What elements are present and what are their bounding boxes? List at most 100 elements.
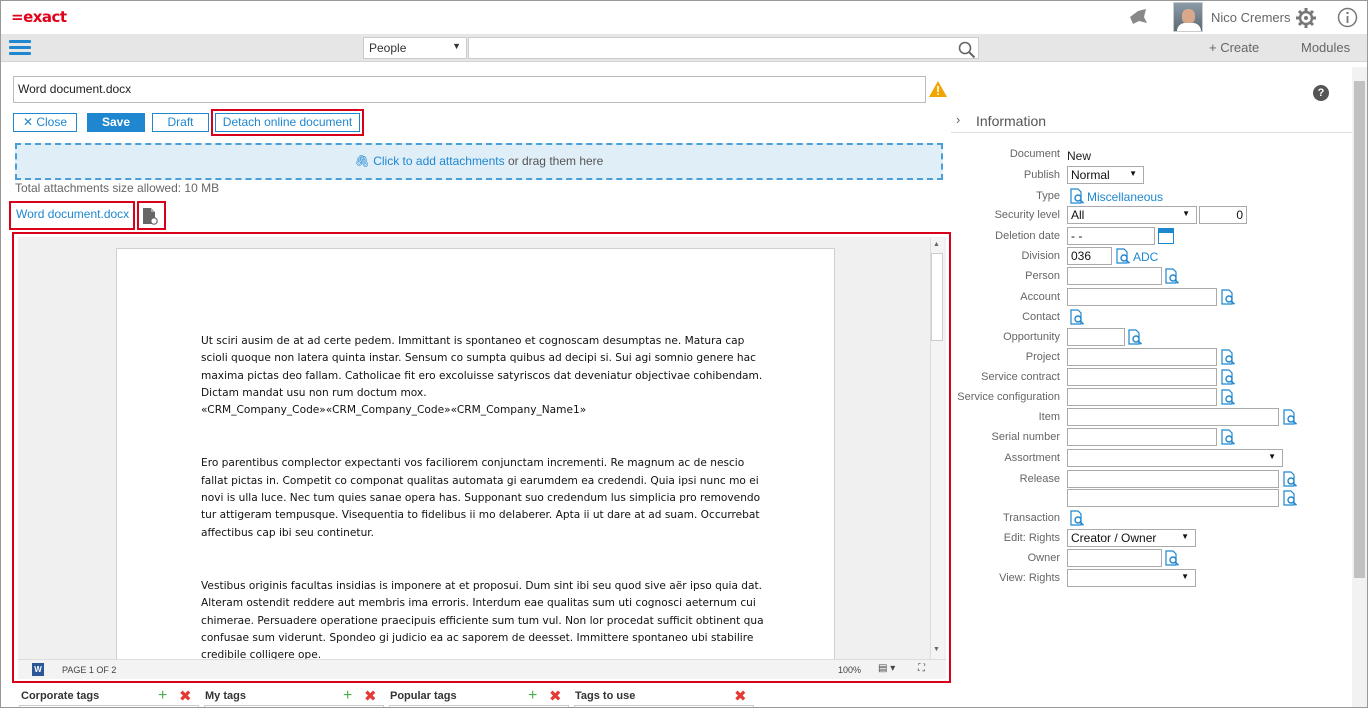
information-header[interactable]: Information	[976, 113, 1046, 129]
chevron-down-icon: ▼	[1268, 452, 1276, 461]
serial-number-field[interactable]	[1067, 428, 1217, 446]
lookup-icon[interactable]	[1282, 471, 1298, 487]
gear-icon[interactable]	[1296, 8, 1316, 28]
view-rights-select[interactable]: ▼	[1067, 569, 1196, 587]
save-button[interactable]: Save	[87, 113, 145, 132]
publish-select[interactable]: Normal ▼	[1067, 166, 1144, 184]
lookup-icon[interactable]	[1220, 389, 1236, 405]
my-tags-label: My tags	[205, 690, 246, 702]
top-bar: =exact Nico Cremers	[1, 1, 1367, 34]
add-icon[interactable]: +	[343, 687, 352, 705]
lookup-icon[interactable]	[1069, 309, 1085, 325]
remove-icon[interactable]: ✖	[364, 687, 377, 705]
deletion-date-field[interactable]: - -	[1067, 227, 1155, 245]
close-button[interactable]: ✕ Close	[13, 113, 77, 132]
owner-field[interactable]	[1067, 549, 1162, 567]
remove-icon[interactable]: ✖	[734, 687, 747, 705]
calendar-icon[interactable]	[1158, 228, 1174, 244]
item-field[interactable]	[1067, 408, 1279, 426]
service-configuration-field[interactable]	[1067, 388, 1217, 406]
edit-rights-select[interactable]: Creator / Owner ▼	[1067, 529, 1196, 547]
lookup-icon[interactable]	[1220, 369, 1236, 385]
lookup-icon[interactable]	[1069, 510, 1085, 526]
lookup-icon[interactable]	[1220, 429, 1236, 445]
warning-icon	[929, 81, 947, 97]
exact-logo[interactable]: =exact	[11, 8, 67, 26]
tags-to-use-label: Tags to use	[575, 690, 636, 702]
chevron-down-icon: ▼	[1181, 572, 1189, 581]
nav-bar: People ▼ + Create Modules	[1, 34, 1367, 62]
page-scroll-thumb[interactable]	[1354, 81, 1365, 578]
security-level-value: All	[1071, 208, 1085, 222]
document-label: Document	[1009, 148, 1060, 160]
help-icon[interactable]: ?	[1313, 85, 1329, 101]
person-field[interactable]	[1067, 267, 1162, 285]
search-input[interactable]	[468, 37, 979, 59]
service-contract-field[interactable]	[1067, 368, 1217, 386]
lookup-icon[interactable]	[1069, 188, 1085, 204]
contact-label: Contact	[1022, 311, 1060, 323]
opportunity-field[interactable]	[1067, 328, 1125, 346]
person-label: Person	[1025, 270, 1060, 282]
lookup-icon[interactable]	[1282, 409, 1298, 425]
user-name[interactable]: Nico Cremers	[1211, 10, 1290, 25]
publish-label: Publish	[1023, 169, 1060, 181]
lookup-icon[interactable]	[1164, 268, 1180, 284]
lookup-icon[interactable]	[1220, 289, 1236, 305]
chevron-down-icon: ▼	[1182, 209, 1190, 218]
lookup-icon[interactable]	[1115, 248, 1131, 264]
type-label: Type	[1036, 190, 1060, 202]
chevron-down-icon: ▼	[1181, 532, 1189, 541]
menu-icon[interactable]	[9, 40, 31, 56]
lookup-icon[interactable]	[1282, 490, 1298, 506]
create-button[interactable]: + Create	[1209, 40, 1259, 55]
modules-button[interactable]: Modules	[1301, 40, 1350, 55]
paperclip-icon: 🖇	[354, 154, 370, 168]
info-icon[interactable]	[1337, 7, 1358, 28]
dropzone-text: or drag them here	[504, 154, 604, 168]
draft-button[interactable]: Draft	[152, 113, 209, 132]
search-category-select[interactable]: People ▼	[363, 37, 467, 59]
chevron-right-icon[interactable]: ›	[956, 112, 960, 127]
search-icon[interactable]	[958, 41, 976, 59]
chevron-down-icon: ▼	[452, 41, 461, 51]
assortment-select[interactable]: ▼	[1067, 449, 1283, 467]
owner-label: Owner	[1027, 552, 1060, 564]
transaction-label: Transaction	[1002, 512, 1060, 524]
highlight-box	[211, 109, 364, 136]
add-icon[interactable]: +	[158, 687, 167, 705]
serial-number-label: Serial number	[991, 431, 1060, 443]
opportunity-label: Opportunity	[1003, 331, 1060, 343]
type-link[interactable]: Miscellaneous	[1087, 190, 1163, 204]
lookup-icon[interactable]	[1164, 550, 1180, 566]
lookup-icon[interactable]	[1220, 349, 1236, 365]
project-label: Project	[1025, 351, 1060, 363]
lookup-icon[interactable]	[1127, 329, 1143, 345]
account-field[interactable]	[1067, 288, 1217, 306]
division-label: Division	[1021, 250, 1060, 262]
notification-icon[interactable]	[1127, 7, 1149, 27]
add-icon[interactable]: +	[528, 687, 537, 705]
remove-icon[interactable]: ✖	[549, 687, 562, 705]
release-label: Release	[1019, 473, 1060, 485]
release-field[interactable]	[1067, 470, 1279, 488]
service-configuration-label: Service configuration	[957, 391, 1060, 403]
attachment-dropzone[interactable]: 🖇 Click to add attachments or drag them …	[15, 143, 943, 180]
edit-rights-value: Creator / Owner	[1071, 531, 1157, 545]
document-title-field[interactable]: Word document.docx	[13, 76, 926, 103]
division-code-field[interactable]: 036	[1067, 247, 1112, 265]
deletion-date-label: Deletion date	[995, 230, 1060, 242]
security-level-select[interactable]: All ▼	[1067, 206, 1197, 224]
view-rights-label: View: Rights	[999, 572, 1060, 584]
project-field[interactable]	[1067, 348, 1217, 366]
edit-rights-label: Edit: Rights	[1003, 532, 1060, 544]
document-status: New	[1067, 149, 1092, 163]
attachment-size-note: Total attachments size allowed: 10 MB	[15, 181, 220, 195]
highlight-box	[137, 201, 166, 230]
remove-icon[interactable]: ✖	[179, 687, 192, 705]
division-name-link[interactable]: ADC	[1133, 250, 1158, 264]
release-field-2[interactable]	[1067, 489, 1279, 507]
add-attachments-link[interactable]: Click to add attachments	[373, 154, 504, 168]
avatar[interactable]	[1173, 2, 1203, 32]
security-number-field[interactable]: 0	[1199, 206, 1247, 224]
